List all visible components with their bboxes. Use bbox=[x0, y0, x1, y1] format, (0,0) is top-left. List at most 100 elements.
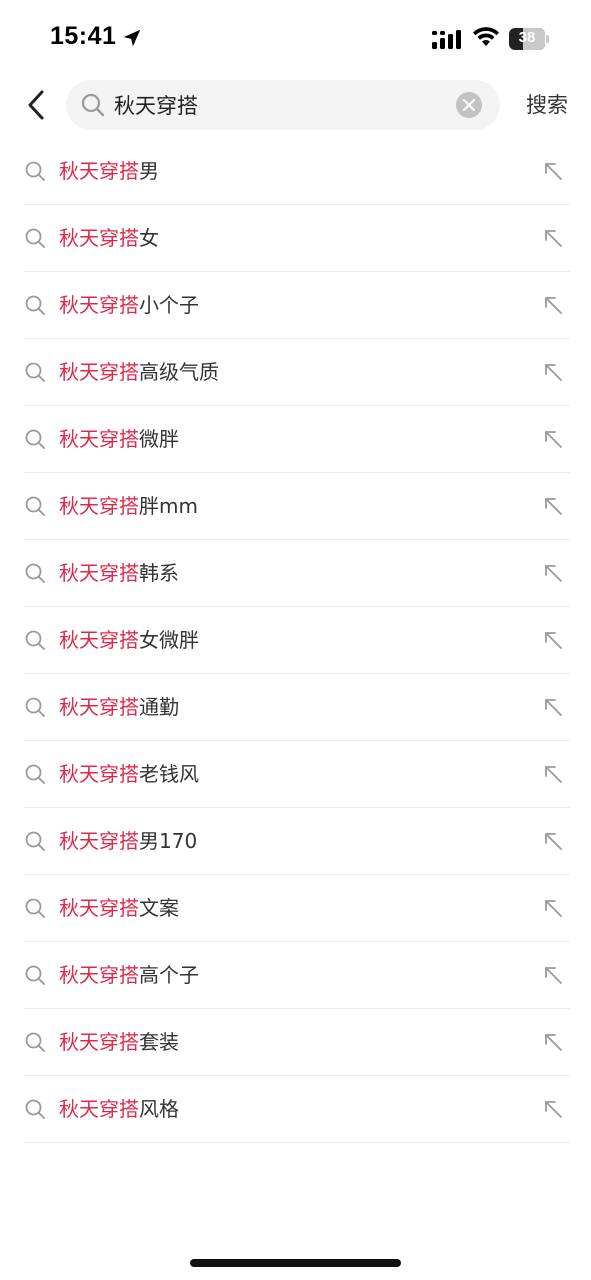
fill-query-arrow-icon[interactable] bbox=[542, 629, 564, 651]
fill-query-arrow-icon[interactable] bbox=[542, 160, 564, 182]
suggestion-text: 秋天穿搭胖mm bbox=[59, 473, 198, 539]
battery-percentage: 38 bbox=[518, 29, 536, 46]
suggestion-text: 秋天穿搭通勤 bbox=[59, 674, 179, 740]
suggestion-rest: 老钱风 bbox=[139, 762, 199, 786]
cellular-signal-icon bbox=[432, 30, 461, 49]
suggestion-item[interactable]: 秋天穿搭高级气质 bbox=[24, 339, 570, 406]
suggestion-highlight: 秋天穿搭 bbox=[59, 360, 139, 384]
fill-query-arrow-icon[interactable] bbox=[542, 495, 564, 517]
battery-icon: 38 bbox=[509, 28, 549, 50]
search-icon bbox=[25, 764, 45, 784]
suggestion-rest: 高级气质 bbox=[139, 360, 219, 384]
suggestion-highlight: 秋天穿搭 bbox=[59, 1097, 139, 1121]
suggestion-text: 秋天穿搭文案 bbox=[59, 875, 179, 941]
suggestion-rest: 男 bbox=[139, 159, 159, 183]
suggestion-highlight: 秋天穿搭 bbox=[59, 159, 139, 183]
fill-query-arrow-icon[interactable] bbox=[542, 428, 564, 450]
search-icon bbox=[25, 563, 45, 583]
suggestion-rest: 男170 bbox=[139, 829, 198, 853]
suggestion-text: 秋天穿搭女微胖 bbox=[59, 607, 199, 673]
search-icon bbox=[25, 697, 45, 717]
search-icon bbox=[25, 161, 45, 181]
suggestion-text: 秋天穿搭风格 bbox=[59, 1076, 179, 1142]
search-icon bbox=[25, 362, 45, 382]
wifi-icon bbox=[473, 27, 499, 46]
search-icon bbox=[25, 228, 45, 248]
suggestion-item[interactable]: 秋天穿搭微胖 bbox=[24, 406, 570, 473]
suggestion-item[interactable]: 秋天穿搭文案 bbox=[24, 875, 570, 942]
battery-cap bbox=[546, 35, 549, 43]
search-icon bbox=[25, 1032, 45, 1052]
suggestion-rest: 韩系 bbox=[139, 561, 179, 585]
search-input[interactable] bbox=[114, 80, 444, 130]
clear-circle-icon bbox=[463, 99, 475, 111]
clear-search-button[interactable] bbox=[456, 92, 482, 118]
search-icon bbox=[25, 965, 45, 985]
fill-query-arrow-icon[interactable] bbox=[542, 830, 564, 852]
search-suggestions-screen: 15:41 38 秋天穿搭 搜索 秋天穿搭男 秋天穿搭女 秋天穿搭小个子 秋天穿… bbox=[0, 0, 591, 1280]
suggestion-item[interactable]: 秋天穿搭女微胖 bbox=[24, 607, 570, 674]
suggestion-highlight: 秋天穿搭 bbox=[59, 762, 139, 786]
fill-query-arrow-icon[interactable] bbox=[542, 763, 564, 785]
suggestion-highlight: 秋天穿搭 bbox=[59, 293, 139, 317]
suggestion-item[interactable]: 秋天穿搭女 bbox=[24, 205, 570, 272]
search-icon bbox=[25, 1099, 45, 1119]
status-bar: 15:41 38 bbox=[0, 0, 591, 78]
suggestion-text: 秋天穿搭高级气质 bbox=[59, 339, 219, 405]
search-icon bbox=[25, 831, 45, 851]
search-icon bbox=[25, 496, 45, 516]
battery-body: 38 bbox=[509, 28, 545, 50]
fill-query-arrow-icon[interactable] bbox=[542, 964, 564, 986]
search-icon bbox=[25, 429, 45, 449]
suggestion-rest: 胖mm bbox=[139, 494, 198, 518]
suggestion-highlight: 秋天穿搭 bbox=[59, 427, 139, 451]
suggestion-text: 秋天穿搭微胖 bbox=[59, 406, 179, 472]
location-arrow-icon bbox=[123, 29, 141, 47]
suggestion-rest: 女微胖 bbox=[139, 628, 199, 652]
suggestion-text: 秋天穿搭套装 bbox=[59, 1009, 179, 1075]
suggestion-rest: 套装 bbox=[139, 1030, 179, 1054]
fill-query-arrow-icon[interactable] bbox=[542, 696, 564, 718]
suggestion-item[interactable]: 秋天穿搭胖mm bbox=[24, 473, 570, 540]
suggestion-highlight: 秋天穿搭 bbox=[59, 561, 139, 585]
suggestion-highlight: 秋天穿搭 bbox=[59, 628, 139, 652]
suggestion-text: 秋天穿搭男 bbox=[59, 138, 159, 204]
fill-query-arrow-icon[interactable] bbox=[542, 1031, 564, 1053]
suggestion-item[interactable]: 秋天穿搭高个子 bbox=[24, 942, 570, 1009]
search-box[interactable] bbox=[66, 80, 500, 130]
fill-query-arrow-icon[interactable] bbox=[542, 227, 564, 249]
suggestion-highlight: 秋天穿搭 bbox=[59, 963, 139, 987]
suggestion-rest: 通勤 bbox=[139, 695, 179, 719]
search-icon bbox=[25, 898, 45, 918]
fill-query-arrow-icon[interactable] bbox=[542, 897, 564, 919]
suggestion-item[interactable]: 秋天穿搭风格 bbox=[24, 1076, 570, 1143]
suggestion-text: 秋天穿搭女 bbox=[59, 205, 159, 271]
suggestion-highlight: 秋天穿搭 bbox=[59, 1030, 139, 1054]
search-icon bbox=[25, 295, 45, 315]
fill-query-arrow-icon[interactable] bbox=[542, 361, 564, 383]
suggestion-item[interactable]: 秋天穿搭通勤 bbox=[24, 674, 570, 741]
suggestion-highlight: 秋天穿搭 bbox=[59, 695, 139, 719]
suggestion-rest: 风格 bbox=[139, 1097, 179, 1121]
fill-query-arrow-icon[interactable] bbox=[542, 294, 564, 316]
suggestion-item[interactable]: 秋天穿搭老钱风 bbox=[24, 741, 570, 808]
suggestion-item[interactable]: 秋天穿搭男 bbox=[24, 138, 570, 205]
home-indicator[interactable] bbox=[190, 1259, 401, 1267]
suggestion-rest: 微胖 bbox=[139, 427, 179, 451]
fill-query-arrow-icon[interactable] bbox=[542, 1098, 564, 1120]
suggestion-text: 秋天穿搭老钱风 bbox=[59, 741, 199, 807]
suggestion-highlight: 秋天穿搭 bbox=[59, 829, 139, 853]
suggestion-item[interactable]: 秋天穿搭韩系 bbox=[24, 540, 570, 607]
suggestion-item[interactable]: 秋天穿搭套装 bbox=[24, 1009, 570, 1076]
suggestion-highlight: 秋天穿搭 bbox=[59, 494, 139, 518]
suggestion-item[interactable]: 秋天穿搭小个子 bbox=[24, 272, 570, 339]
suggestion-text: 秋天穿搭小个子 bbox=[59, 272, 199, 338]
suggestion-highlight: 秋天穿搭 bbox=[59, 226, 139, 250]
search-button[interactable]: 搜索 bbox=[518, 88, 576, 122]
suggestion-list: 秋天穿搭男 秋天穿搭女 秋天穿搭小个子 秋天穿搭高级气质 秋天穿搭微胖 秋天穿搭胖mm 秋天… bbox=[24, 138, 570, 1143]
back-button[interactable] bbox=[18, 82, 58, 128]
suggestion-rest: 文案 bbox=[139, 896, 179, 920]
fill-query-arrow-icon[interactable] bbox=[542, 562, 564, 584]
suggestion-item[interactable]: 秋天穿搭男170 bbox=[24, 808, 570, 875]
search-icon bbox=[81, 93, 105, 117]
